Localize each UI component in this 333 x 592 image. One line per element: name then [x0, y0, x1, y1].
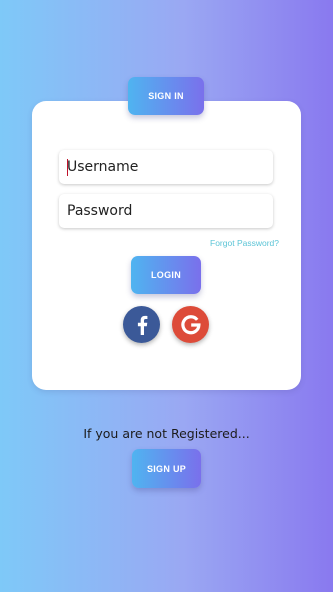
username-input[interactable] — [59, 150, 273, 184]
facebook-login-button[interactable] — [123, 306, 160, 343]
password-input[interactable] — [59, 194, 273, 228]
google-login-button[interactable] — [172, 306, 209, 343]
password-field-container — [59, 194, 273, 228]
google-icon — [180, 314, 201, 335]
facebook-icon — [136, 315, 148, 335]
sign-up-button[interactable]: SIGN UP — [132, 449, 201, 488]
username-field-container — [59, 150, 273, 184]
sign-in-tab[interactable]: SIGN IN — [128, 77, 204, 115]
not-registered-text: If you are not Registered... — [83, 426, 250, 441]
login-button[interactable]: LOGIN — [131, 256, 201, 294]
forgot-password-link[interactable]: Forgot Password? — [210, 238, 279, 248]
text-cursor — [67, 159, 68, 176]
